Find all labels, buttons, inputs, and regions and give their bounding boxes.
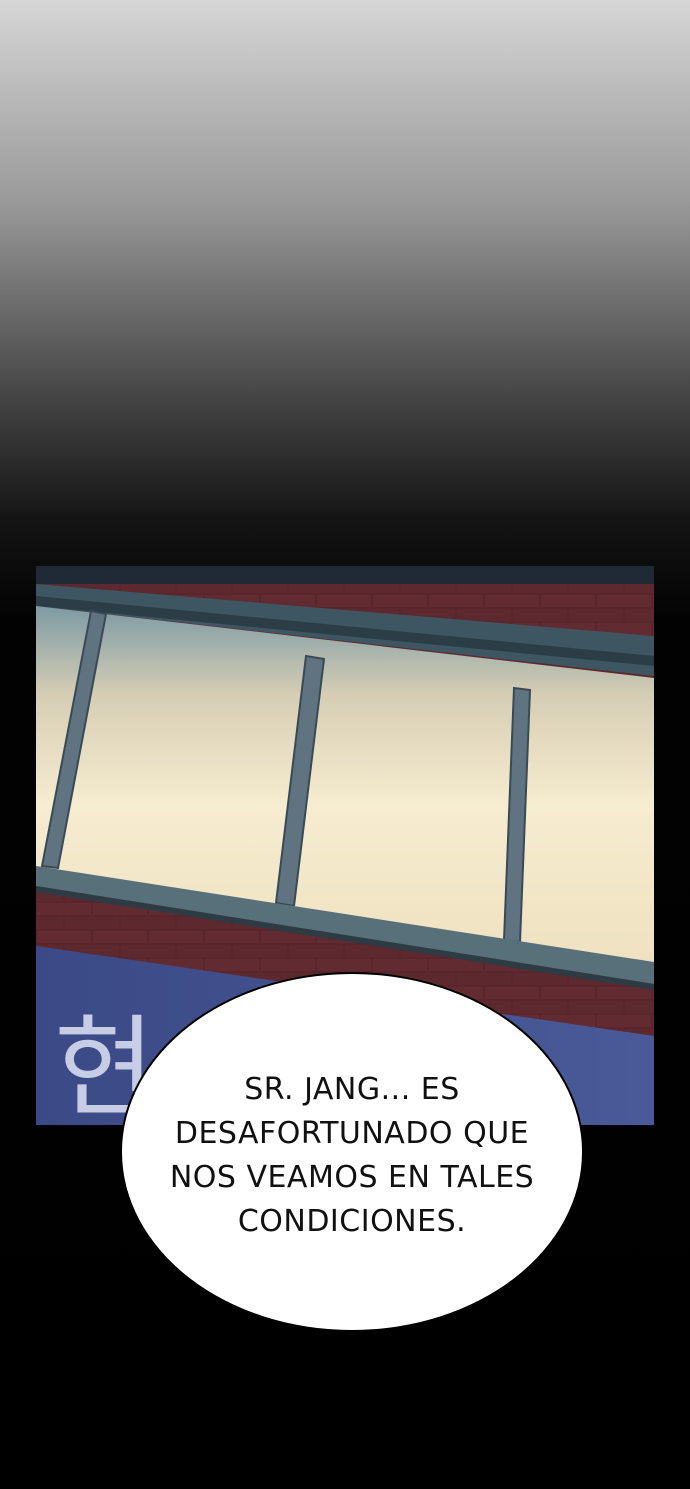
speech-line: DESAFORTUNADO QUE [174,1116,530,1151]
speech-bubble: SR. JANG... ES DESAFORTUNADO QUE NOS VEA… [120,972,584,1332]
speech-line: SR. JANG... ES [244,1072,460,1107]
top-ledge [36,566,654,584]
top-gradient-background [0,0,690,566]
speech-bubble-text: SR. JANG... ES DESAFORTUNADO QUE NOS VEA… [162,1060,542,1244]
speech-line: CONDICIONES. [237,1204,467,1239]
speech-line: NOS VEAMOS EN TALES [169,1160,535,1195]
